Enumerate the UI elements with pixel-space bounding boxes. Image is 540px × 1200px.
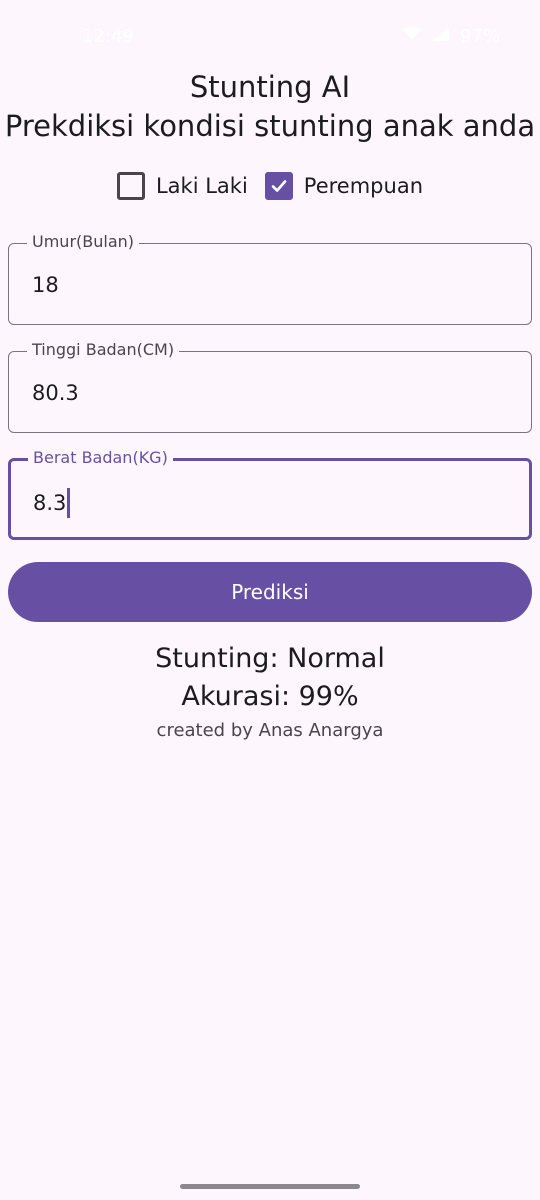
female-checkbox-group[interactable]: Perempuan: [264, 172, 423, 200]
app-subtitle: Prekdiksi kondisi stunting anak anda: [4, 109, 536, 143]
credit-text: created by Anas Anargya: [156, 720, 384, 741]
wifi-icon: [402, 26, 422, 47]
height-field[interactable]: Tinggi Badan(CM) 80.3: [8, 340, 532, 433]
status-right: 97%: [402, 26, 500, 47]
app-title: Stunting AI: [189, 70, 351, 104]
home-indicator[interactable]: [180, 1184, 360, 1189]
weight-field-input[interactable]: 8.3: [33, 488, 71, 518]
male-checkbox-label: Laki Laki: [155, 174, 248, 198]
age-field[interactable]: Umur(Bulan) 18: [8, 232, 532, 325]
male-checkbox-group[interactable]: Laki Laki: [116, 172, 248, 200]
status-left: 12:49: [82, 26, 134, 47]
battery-level: 97%: [459, 26, 500, 47]
text-cursor: [67, 488, 71, 518]
signal-icon: [432, 26, 450, 47]
height-field-label: Tinggi Badan(CM): [27, 340, 180, 360]
status-bar: 12:49 97%: [0, 0, 540, 72]
weight-field-label: Berat Badan(KG): [28, 448, 173, 468]
stunting-result: Stunting: Normal: [155, 643, 385, 674]
age-field-value[interactable]: 18: [32, 272, 59, 298]
male-checkbox[interactable]: [116, 172, 145, 200]
weight-field-value: 8.3: [33, 491, 67, 515]
female-checkbox-label: Perempuan: [303, 174, 423, 198]
accuracy-result: Akurasi: 99%: [181, 681, 359, 712]
predict-button[interactable]: Prediksi: [8, 562, 532, 622]
height-field-value[interactable]: 80.3: [32, 380, 79, 406]
status-time: 12:49: [82, 26, 134, 47]
check-icon: [271, 180, 287, 192]
weight-field[interactable]: Berat Badan(KG) 8.3: [8, 448, 532, 540]
age-field-label: Umur(Bulan): [27, 232, 140, 252]
female-checkbox[interactable]: [264, 172, 293, 200]
gender-selector: Laki Laki Perempuan: [0, 172, 540, 200]
header: Stunting AI Prekdiksi kondisi stunting a…: [0, 68, 540, 146]
result-panel: Stunting: Normal Akurasi: 99% created by…: [0, 640, 540, 745]
